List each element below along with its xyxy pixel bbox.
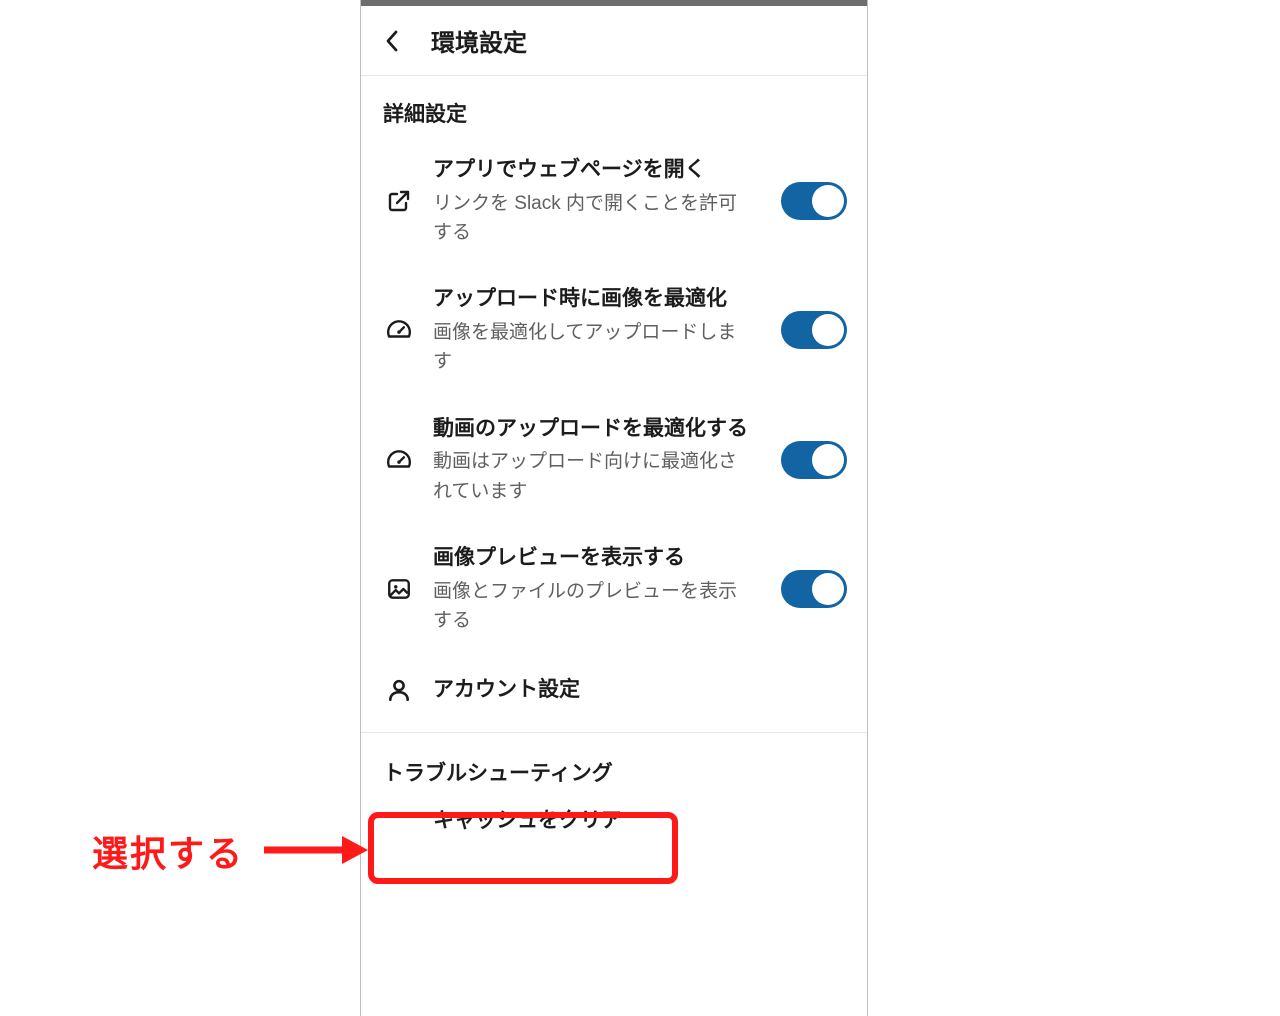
row-subtitle: リンクを Slack 内で開くことを許可する — [433, 189, 755, 248]
row-title: アップロード時に画像を最適化 — [433, 283, 755, 316]
app-bar: 環境設定 — [361, 6, 867, 76]
gauge-icon — [385, 447, 413, 473]
app-bar-title: 環境設定 — [431, 23, 527, 58]
section-advanced: 詳細設定 — [361, 76, 867, 136]
back-icon — [385, 30, 399, 52]
row-title: アプリでウェブページを開く — [433, 154, 755, 187]
image-icon — [385, 576, 413, 602]
toggle-image-preview[interactable] — [781, 570, 847, 608]
row-clear-cache[interactable]: キャッシュをクリア — [361, 791, 867, 856]
toggle-open-links[interactable] — [781, 182, 847, 220]
row-subtitle: 画像とファイルのプレビューを表示する — [433, 577, 755, 636]
toggle-optimize-image[interactable] — [781, 311, 847, 349]
row-title: 動画のアップロードを最適化する — [433, 413, 755, 446]
row-subtitle: 画像を最適化してアップロードします — [433, 318, 755, 377]
row-title: キャッシュをクリア — [433, 805, 847, 838]
gauge-icon — [385, 317, 413, 343]
row-account-settings[interactable]: アカウント設定 — [361, 654, 867, 727]
external-link-icon — [385, 189, 413, 213]
row-optimize-video[interactable]: 動画のアップロードを最適化する 動画はアップロード向けに最適化されています — [361, 395, 867, 524]
back-button[interactable] — [381, 30, 403, 52]
row-title: アカウント設定 — [433, 674, 847, 707]
row-subtitle: 動画はアップロード向けに最適化されています — [433, 447, 755, 506]
person-icon — [385, 677, 413, 703]
section-troubleshooting: トラブルシューティング — [361, 733, 867, 791]
row-image-preview[interactable]: 画像プレビューを表示する 画像とファイルのプレビューを表示する — [361, 524, 867, 653]
row-title: 画像プレビューを表示する — [433, 542, 755, 575]
toggle-optimize-video[interactable] — [781, 441, 847, 479]
annotation-label: 選択する — [92, 825, 244, 877]
settings-screen: 環境設定 詳細設定 アプリでウェブページを開く リンクを Slack 内で開くこ… — [360, 0, 868, 1016]
row-open-links[interactable]: アプリでウェブページを開く リンクを Slack 内で開くことを許可する — [361, 136, 867, 265]
annotation-arrow-icon — [260, 830, 370, 870]
row-optimize-image[interactable]: アップロード時に画像を最適化 画像を最適化してアップロードします — [361, 265, 867, 394]
